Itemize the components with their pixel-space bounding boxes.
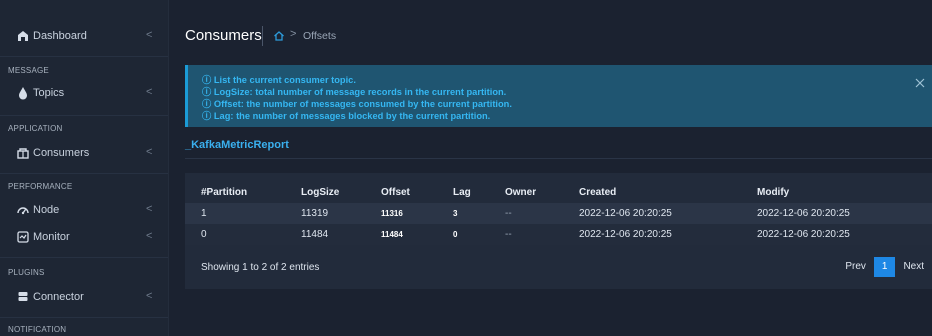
chevron-left-icon: < [146,146,153,158]
cell-logsize: 11319 [285,203,365,224]
sidebar-item-label: Monitor [33,231,70,243]
info-alert: ⓘ List the current consumer topic. ⓘ Log… [185,65,932,127]
chevron-left-icon: < [146,290,153,302]
column-header-modify[interactable]: Modify [741,181,932,203]
cell-partition: 1 [185,203,285,224]
page-title: Consumers [185,27,262,44]
column-header-offset[interactable]: Offset [365,181,437,203]
cell-offset: 11484 [365,224,437,245]
cell-owner: -- [489,224,563,245]
sidebar-item-label: Node [33,204,60,216]
sidebar-item-label: Topics [33,87,65,99]
cell-offset: 11316 [365,203,437,224]
sidebar-divider [0,115,168,116]
cell-logsize: 11484 [285,224,365,245]
cell-created: 2022-12-06 20:20:25 [563,224,741,245]
breadcrumb-separator: > [290,28,297,40]
home-icon[interactable] [273,29,285,41]
page-button-1[interactable]: 1 [873,257,896,277]
offset-badge: 11316 [381,209,403,218]
sidebar-item-monitor[interactable]: Monitor < [0,222,168,252]
table-row: 1 11319 11316 3 -- 2022-12-06 20:20:25 2… [185,203,932,224]
sidebar-divider [0,257,168,258]
chevron-left-icon: < [146,29,153,41]
sidebar-item-label: Dashboard [33,30,87,42]
offset-badge: 11484 [381,230,403,239]
close-icon[interactable] [914,76,926,88]
sidebar-item-label: Connector [33,291,84,303]
topic-title: _KafkaMetricReport [185,139,289,151]
cell-lag: 0 [437,224,489,245]
sidebar-item-consumers[interactable]: Consumers < [0,138,168,168]
main-content: Consumers > Offsets ⓘ List the current c… [169,0,932,336]
cart-icon [16,146,30,160]
cell-lag: 3 [437,203,489,224]
gauge-icon [16,203,30,217]
monitor-chart-icon [16,230,30,244]
cell-modify: 2022-12-06 20:20:25 [741,203,932,224]
section-label-performance: PERFORMANCE [8,182,73,191]
table-header-row: #Partition LogSize Offset Lag Owner Crea… [185,181,932,203]
section-divider [185,158,932,159]
breadcrumb: Consumers > Offsets [169,22,932,48]
section-label-application: APPLICATION [8,124,63,133]
chevron-left-icon: < [146,86,153,98]
lag-badge: 0 [453,230,458,239]
droplet-icon [16,86,30,100]
next-page-button[interactable]: Next [895,257,932,277]
cell-created: 2022-12-06 20:20:25 [563,203,741,224]
sidebar-item-connector[interactable]: Connector < [0,282,168,312]
sidebar: Dashboard < MESSAGE Topics < APPLICATION… [0,0,169,336]
chevron-left-icon: < [146,230,153,242]
dashboard-icon [16,29,30,43]
column-header-partition[interactable]: #Partition [185,181,285,203]
section-label-plugins: PLUGINS [8,268,45,277]
section-label-notification: NOTIFICATION [8,325,67,334]
column-header-logsize[interactable]: LogSize [285,181,365,203]
column-header-lag[interactable]: Lag [437,181,489,203]
database-icon [16,290,30,304]
alert-line: ⓘ Lag: the number of messages blocked by… [202,111,491,121]
column-header-created[interactable]: Created [563,181,741,203]
chevron-left-icon: < [146,203,153,215]
cell-owner: -- [489,203,563,224]
column-header-owner[interactable]: Owner [489,181,563,203]
breadcrumb-current: Offsets [303,30,337,42]
sidebar-divider [0,56,168,57]
sidebar-item-label: Consumers [33,147,90,159]
sidebar-item-node[interactable]: Node < [0,195,168,225]
cell-modify: 2022-12-06 20:20:25 [741,224,932,245]
pagination: Prev 1 Next [837,257,932,277]
prev-page-button[interactable]: Prev [837,257,874,277]
sidebar-divider [0,317,168,318]
cell-partition: 0 [185,224,285,245]
title-divider [262,26,263,46]
section-label-message: MESSAGE [8,66,49,75]
lag-badge: 3 [453,209,458,218]
offsets-table: #Partition LogSize Offset Lag Owner Crea… [185,181,932,245]
entries-summary: Showing 1 to 2 of 2 entries [201,262,320,273]
sidebar-item-dashboard[interactable]: Dashboard < [0,21,168,51]
sidebar-item-topics[interactable]: Topics < [0,78,168,108]
sidebar-divider [0,173,168,174]
table-row: 0 11484 11484 0 -- 2022-12-06 20:20:25 2… [185,224,932,245]
offsets-table-panel: #Partition LogSize Offset Lag Owner Crea… [185,173,932,289]
